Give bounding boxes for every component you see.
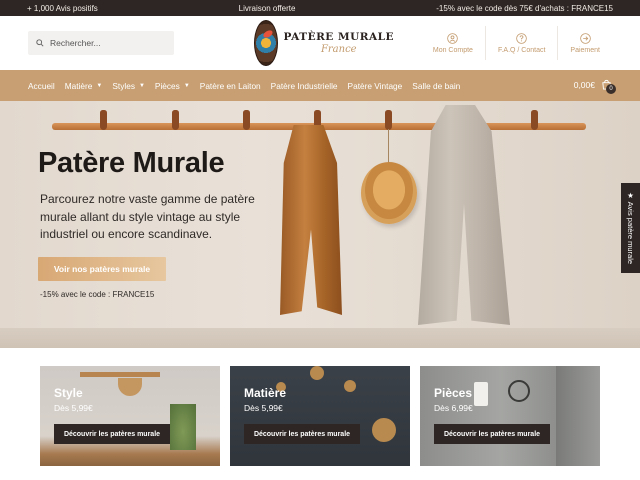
- category-cards: Style Dès 5,99€ Découvrir les patères mu…: [40, 366, 600, 466]
- header-links: Mon Compte F.A.Q / Contact Paiement: [421, 26, 612, 60]
- logo-subtitle: France: [320, 44, 357, 55]
- peg-decor: [531, 110, 538, 130]
- nav-label: Patère Industrielle: [270, 80, 338, 91]
- discover-button[interactable]: Découvrir les patères murale: [54, 424, 170, 444]
- hero-banner: Patère Murale Parcourez notre vaste gamm…: [0, 101, 640, 348]
- faq-contact-link[interactable]: F.A.Q / Contact: [484, 26, 557, 60]
- grey-coat-image: [418, 105, 510, 325]
- help-icon: [516, 32, 527, 44]
- card-title: Pièces: [434, 386, 473, 400]
- hero-promo-text: -15% avec le code : FRANCE15: [40, 290, 155, 299]
- plant-decor: [170, 404, 196, 450]
- nav-label: Patère Vintage: [347, 80, 403, 91]
- top-announcement-bar: + 1,000 Avis positifs Livraison offerte …: [0, 0, 640, 16]
- hat-image: [361, 162, 417, 224]
- peg-decor: [385, 110, 392, 130]
- search-icon: [36, 39, 44, 47]
- nav-item-accueil[interactable]: Accueil: [28, 81, 55, 91]
- site-logo[interactable]: PATÈRE MURALE France: [254, 19, 394, 67]
- nav-label: Pièces: [154, 80, 180, 91]
- peg-decor: [172, 110, 179, 130]
- peg-decor: [243, 110, 250, 130]
- hero-description: Parcourez notre vaste gamme de patère mu…: [40, 192, 255, 241]
- chevron-down-icon: ▼: [96, 82, 103, 89]
- faq-contact-label: F.A.Q / Contact: [497, 46, 546, 54]
- search-input[interactable]: [50, 38, 160, 48]
- brass-hook-decor: [372, 418, 396, 442]
- nav-item-patere-laiton[interactable]: Patère en Laiton: [200, 81, 261, 91]
- promo-code-note: -15% avec le code dès 75€ d'achats : FRA…: [436, 3, 613, 13]
- card-price: Dès 5,99€: [54, 403, 93, 413]
- shelf-decor: [80, 372, 160, 377]
- category-card-matiere[interactable]: Matière Dès 5,99€ Découvrir les patères …: [230, 366, 410, 466]
- matiere-card-image: [230, 366, 410, 466]
- discover-button[interactable]: Découvrir les patères murale: [244, 424, 360, 444]
- hero-title: Patère Murale: [38, 147, 225, 179]
- search-box[interactable]: [28, 31, 174, 55]
- cart-total: 0,00€: [573, 79, 595, 90]
- reviews-side-tab[interactable]: ★ Avis patère murale: [621, 183, 640, 273]
- nav-item-styles[interactable]: Styles ▼: [112, 81, 145, 91]
- nav-label: Styles: [112, 80, 135, 91]
- nav-label: Patère en Laiton: [199, 80, 261, 91]
- nav-item-patere-vintage[interactable]: Patère Vintage: [348, 81, 403, 91]
- logo-text: PATÈRE MURALE France: [284, 31, 394, 55]
- towel-decor: [474, 382, 488, 406]
- card-price: Dès 5,99€: [244, 403, 283, 413]
- category-card-pieces[interactable]: Pièces Dès 6,99€ Découvrir les patères m…: [420, 366, 600, 466]
- nav-label: Accueil: [28, 80, 55, 91]
- account-label: Mon Compte: [432, 46, 473, 54]
- nav-label: Matière: [64, 80, 93, 91]
- nav-item-pieces[interactable]: Pièces ▼: [155, 81, 190, 91]
- logo-title: PATÈRE MURALE: [283, 31, 394, 43]
- brass-hook-decor: [310, 366, 324, 380]
- card-price: Dès 6,99€: [434, 403, 473, 413]
- nav-item-salle-de-bain[interactable]: Salle de bain: [412, 81, 460, 91]
- free-shipping-note: Livraison offerte: [238, 3, 296, 13]
- shower-decor: [556, 366, 600, 466]
- main-nav: Accueil Matière ▼ Styles ▼ Pièces ▼ Patère …: [0, 70, 640, 101]
- chevron-down-icon: ▼: [183, 82, 190, 89]
- cart-button[interactable]: 0,00€ 0: [573, 79, 616, 94]
- nav-label: Salle de bain: [412, 80, 461, 91]
- brass-hook-decor: [344, 380, 356, 392]
- payment-link[interactable]: Paiement: [557, 26, 612, 60]
- nav-item-matiere[interactable]: Matière ▼: [65, 81, 103, 91]
- arrow-right-icon: [579, 32, 591, 44]
- site-header: PATÈRE MURALE France Mon Compte F.A.Q / …: [0, 16, 640, 70]
- discover-button[interactable]: Découvrir les patères murale: [434, 424, 550, 444]
- mirror-decor: [508, 380, 530, 402]
- payment-label: Paiement: [570, 46, 600, 54]
- hat-string-decor: [388, 129, 389, 165]
- shop-coat-hooks-button[interactable]: Voir nos patères murale: [38, 257, 166, 281]
- hero-floor-decor: [0, 328, 640, 348]
- nav-item-patere-industrielle[interactable]: Patère Industrielle: [271, 81, 338, 91]
- category-card-style[interactable]: Style Dès 5,99€ Découvrir les patères mu…: [40, 366, 220, 466]
- peg-decor: [100, 110, 107, 130]
- card-title: Matière: [244, 386, 287, 400]
- cart-count-badge: 0: [606, 84, 616, 94]
- brown-jacket-image: [280, 125, 342, 315]
- user-icon: [447, 32, 459, 44]
- chevron-down-icon: ▼: [138, 82, 145, 89]
- card-title: Style: [54, 386, 83, 400]
- reviews-note: + 1,000 Avis positifs: [27, 3, 98, 13]
- logo-emblem-icon: [254, 20, 278, 66]
- account-link[interactable]: Mon Compte: [421, 26, 485, 60]
